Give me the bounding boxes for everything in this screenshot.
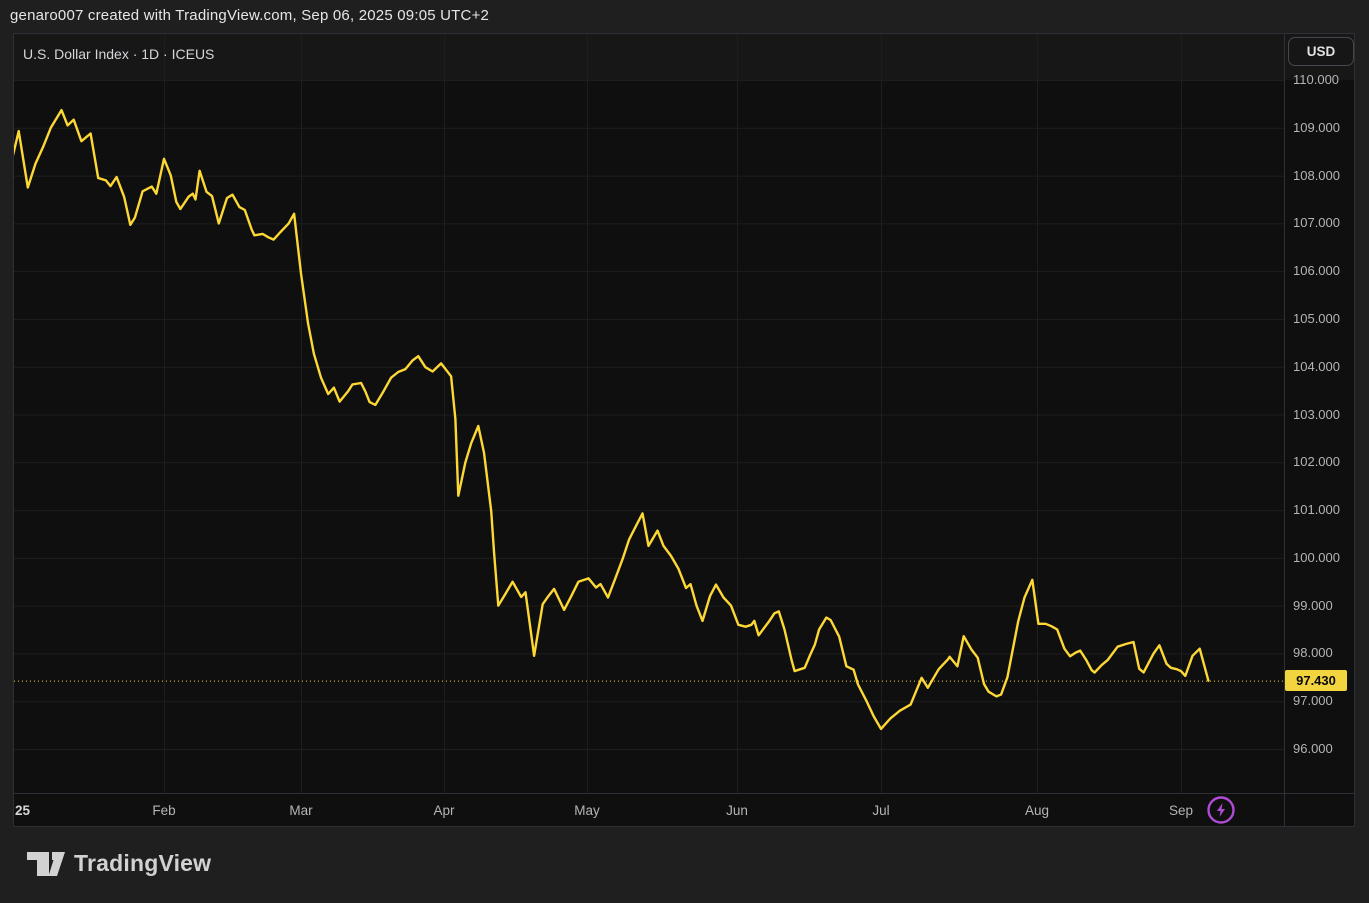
price-axis-label: 107.000 [1293,215,1340,230]
price-axis-label: 110.000 [1293,72,1339,87]
price-axis-label: 99.000 [1293,598,1333,613]
tradingview-chart-page: genaro007 created with TradingView.com, … [0,0,1369,903]
time-axis-label: Mar [289,803,312,818]
price-axis-label: 109.000 [1293,120,1340,135]
quick-action-button[interactable] [1195,784,1247,827]
time-axis-label: Feb [152,803,175,818]
time-axis-label: Jun [726,803,748,818]
last-price-label: 97.430 [1285,670,1347,691]
price-axis-label: 97.000 [1293,693,1333,708]
time-axis-label: Apr [433,803,454,818]
symbol-legend[interactable]: U.S. Dollar Index · 1D · ICEUS [23,46,214,62]
time-axis-label: Sep [1169,803,1193,818]
price-line-series [14,110,1208,729]
time-axis-label: Aug [1025,803,1049,818]
time-axis-label: 25 [15,803,30,818]
price-axis-label: 102.000 [1293,454,1340,469]
attribution-text: genaro007 created with TradingView.com, … [10,7,489,24]
price-axis-label: 105.000 [1293,311,1340,326]
time-axis-label: Jul [872,803,889,818]
price-axis-label: 100.000 [1293,550,1340,565]
time-axis[interactable]: 25 Feb Mar Apr May Jun Jul Aug Sep [14,794,1284,827]
price-chart-plot[interactable] [14,34,1284,793]
top-attribution-bar: genaro007 created with TradingView.com, … [0,0,1369,33]
time-axis-label: May [574,803,600,818]
price-axis-label: 104.000 [1293,359,1340,374]
price-axis-label: 103.000 [1293,407,1340,422]
tradingview-logo[interactable]: TradingView [27,850,211,877]
price-axis-label: 101.000 [1293,502,1340,517]
tradingview-logo-text: TradingView [74,850,211,877]
price-axis-label: 106.000 [1293,263,1340,278]
price-axis-label: 108.000 [1293,168,1340,183]
lightning-bolt-icon [1195,784,1247,827]
tradingview-logo-icon [27,852,65,876]
price-axis-label: 98.000 [1293,645,1333,660]
currency-usd-button[interactable]: USD [1288,37,1354,66]
price-axis-label: 96.000 [1293,741,1333,756]
chart-pane[interactable]: U.S. Dollar Index · 1D · ICEUS 110.000 10… [13,33,1355,827]
